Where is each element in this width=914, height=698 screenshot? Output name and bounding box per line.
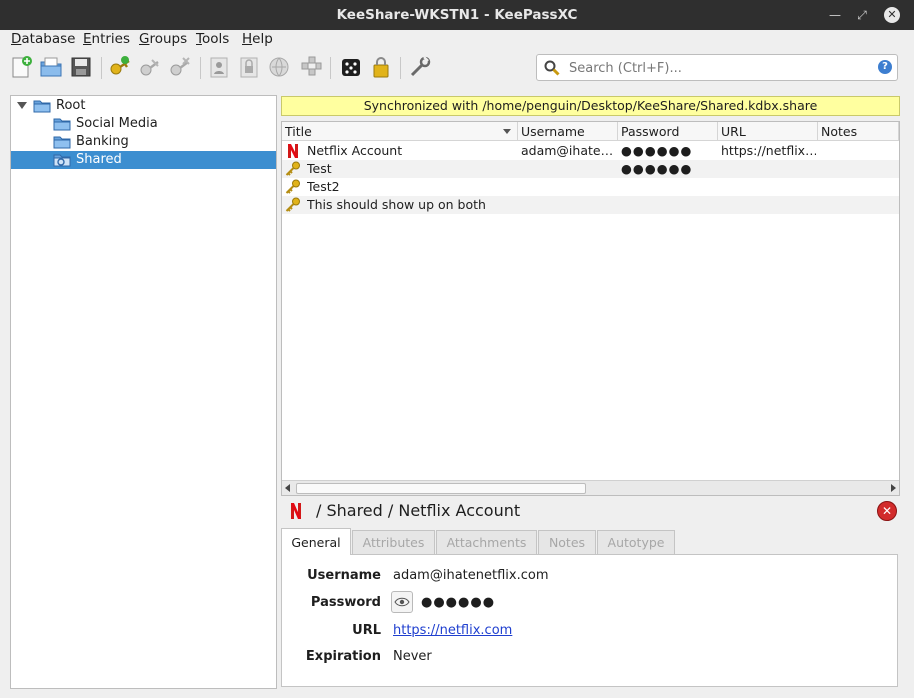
lock-database-icon[interactable]: [368, 54, 394, 80]
tree-item-label: Root: [56, 98, 86, 113]
menu-groups[interactable]: Groups: [139, 31, 187, 47]
window-title: KeeShare-WKSTN1 - KeePassXC: [336, 7, 578, 23]
search-icon: [543, 59, 560, 80]
toolbar-separator: [101, 57, 102, 79]
maximize-icon[interactable]: ⤢: [853, 6, 871, 24]
column-header-password[interactable]: Password: [618, 122, 718, 141]
title-bar: KeeShare-WKSTN1 - KeePassXC — ⤢ ✕: [0, 0, 914, 30]
menu-help[interactable]: Help: [242, 31, 273, 47]
search-box[interactable]: ?: [536, 54, 898, 81]
tree-item-social-media[interactable]: Social Media: [11, 115, 276, 133]
cell-password: ●●●●●●: [621, 161, 693, 176]
column-header-url[interactable]: URL: [718, 122, 818, 141]
delete-entry-icon[interactable]: [167, 54, 193, 80]
new-database-icon[interactable]: [9, 54, 35, 80]
cell-username: adam@ihate…: [521, 143, 614, 158]
perform-autotype-icon[interactable]: [298, 54, 324, 80]
menu-entries[interactable]: Entries: [83, 31, 130, 47]
table-row[interactable]: This should show up on both: [282, 196, 899, 214]
cell-title: Netflix Account: [307, 143, 403, 158]
show-password-button[interactable]: [391, 591, 413, 613]
tab-attributes[interactable]: Attributes: [352, 530, 435, 554]
table-row[interactable]: Test2: [282, 178, 899, 196]
expiration-label: Expiration: [305, 649, 381, 664]
settings-icon[interactable]: [407, 54, 433, 80]
toolbar-separator: [330, 57, 331, 79]
scroll-left-icon[interactable]: [285, 484, 290, 492]
cell-password: ●●●●●●: [621, 143, 693, 158]
column-header-notes[interactable]: Notes: [818, 122, 899, 141]
expand-arrow-icon[interactable]: [17, 102, 27, 109]
menu-bar: Database Entries Groups Tools Help: [0, 30, 914, 50]
menu-help-accel: H: [242, 31, 253, 47]
tree-item-label: Shared: [76, 152, 122, 167]
cell-title: This should show up on both: [307, 197, 486, 212]
table-row[interactable]: Netflix Account adam@ihate… ●●●●●● https…: [282, 142, 899, 160]
toolbar-separator: [400, 57, 401, 79]
table-row[interactable]: Test ●●●●●●: [282, 160, 899, 178]
tree-item-shared[interactable]: Shared: [11, 151, 276, 169]
scroll-right-icon[interactable]: [891, 484, 896, 492]
password-generator-icon[interactable]: [338, 54, 364, 80]
menu-database-accel: D: [11, 31, 22, 47]
menu-entries-accel: E: [83, 31, 92, 47]
menu-tools[interactable]: Tools: [196, 31, 229, 47]
sort-indicator-icon: [503, 129, 511, 134]
password-label: Password: [310, 595, 381, 610]
toolbar-separator: [200, 57, 201, 79]
tree-item-label: Banking: [76, 134, 129, 149]
minimize-icon[interactable]: —: [826, 6, 844, 24]
menu-tools-label: ools: [201, 31, 230, 47]
edit-entry-icon[interactable]: [137, 54, 163, 80]
cell-url: https://netflix…: [721, 143, 816, 158]
cell-title: Test: [307, 161, 332, 176]
search-input[interactable]: [567, 58, 871, 78]
expiration-value: Never: [393, 649, 432, 664]
tree-item-label: Social Media: [76, 116, 158, 131]
column-header-title[interactable]: Title: [282, 122, 518, 141]
preview-title: / Shared / Netflix Account: [316, 501, 521, 520]
menu-groups-accel: G: [139, 31, 150, 47]
tree-item-banking[interactable]: Banking: [11, 133, 276, 151]
menu-entries-label: ntries: [91, 31, 131, 47]
keeshare-sync-banner: Synchronized with /home/penguin/Desktop/…: [281, 96, 900, 116]
entry-table[interactable]: Title Username Password URL Notes Netfli…: [281, 121, 900, 496]
menu-help-label: elp: [252, 31, 273, 47]
column-header-label: Title: [285, 124, 312, 139]
save-database-icon[interactable]: [68, 54, 94, 80]
username-label: Username: [307, 568, 381, 583]
copy-username-icon[interactable]: [206, 54, 232, 80]
close-window-icon[interactable]: ✕: [884, 7, 900, 23]
eye-icon: [394, 597, 410, 607]
menu-database-label: atabase: [21, 31, 76, 47]
password-value: ●●●●●●: [421, 595, 496, 610]
tab-notes[interactable]: Notes: [538, 530, 596, 554]
add-entry-icon[interactable]: [107, 54, 133, 80]
cell-title: Test2: [307, 179, 340, 194]
open-url-icon[interactable]: [266, 54, 292, 80]
copy-password-icon[interactable]: [236, 54, 262, 80]
url-link[interactable]: https://netflix.com: [393, 623, 512, 638]
tab-general[interactable]: General: [281, 528, 351, 555]
group-tree[interactable]: Root Social Media Banking Shared: [10, 95, 277, 689]
open-database-icon[interactable]: [38, 54, 64, 80]
search-help-icon[interactable]: ?: [878, 60, 892, 74]
scrollbar-thumb[interactable]: [296, 483, 586, 494]
tree-item-root[interactable]: Root: [11, 97, 276, 115]
close-preview-button[interactable]: ✕: [877, 501, 897, 521]
menu-database[interactable]: Database: [11, 31, 75, 47]
column-header-username[interactable]: Username: [518, 122, 618, 141]
horizontal-scrollbar[interactable]: [282, 480, 899, 495]
key-icon: [285, 197, 301, 216]
tab-attachments[interactable]: Attachments: [436, 530, 537, 554]
menu-groups-label: roups: [149, 31, 188, 47]
url-label: URL: [352, 623, 381, 638]
tab-autotype[interactable]: Autotype: [597, 530, 675, 554]
username-value: adam@ihatenetflix.com: [393, 568, 549, 583]
shared-folder-icon: [53, 152, 71, 171]
netflix-icon: [288, 502, 304, 524]
